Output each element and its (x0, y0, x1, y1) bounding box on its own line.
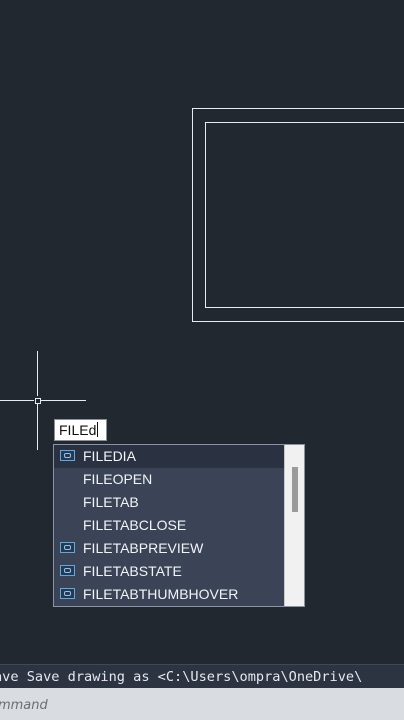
autocomplete-item-label: FILETABSTATE (83, 563, 182, 579)
dynamic-input-field[interactable]: FILEd (54, 419, 107, 441)
autocomplete-list[interactable]: FILEDIA FILEOPEN FILETAB FILETABCLOSE FI… (53, 444, 305, 607)
crosshair-vertical-line-lower (37, 404, 38, 450)
autocomplete-item-label: FILETABCLOSE (83, 517, 187, 533)
scrollbar-thumb[interactable] (292, 467, 298, 512)
autocomplete-item-label: FILEOPEN (83, 471, 153, 487)
command-history-text: ave Save drawing as <C:\Users\ompra\OneD… (0, 669, 363, 685)
autocomplete-item-filetabstate[interactable]: FILETABSTATE (54, 560, 284, 583)
crosshair-horizontal-line-right (41, 400, 86, 401)
text-caret (97, 422, 99, 437)
autocomplete-item-filetab[interactable]: FILETAB (54, 491, 284, 514)
autocomplete-item-filetabpreview[interactable]: FILETABPREVIEW (54, 537, 284, 560)
autocomplete-scrollbar[interactable] (284, 445, 304, 606)
autocomplete-item-filedia[interactable]: FILEDIA (54, 445, 284, 468)
autocomplete-item-filetabthumbhover[interactable]: FILETABTHUMBHOVER (54, 583, 284, 606)
autocomplete-item-label: FILETAB (83, 494, 139, 510)
autocomplete-item-label: FILETABPREVIEW (83, 540, 204, 556)
autocomplete-item-label: FILETABTHUMBHOVER (83, 586, 239, 602)
system-variable-icon (60, 565, 75, 576)
system-variable-icon (60, 542, 75, 553)
dynamic-input-text: FILEd (59, 422, 97, 438)
command-line-placeholder: ommand (0, 698, 48, 713)
command-history-line: ave Save drawing as <C:\Users\ompra\OneD… (0, 664, 404, 688)
inner-rectangle[interactable] (205, 122, 404, 308)
crosshair-vertical-line (37, 351, 38, 396)
autocomplete-item-fileopen[interactable]: FILEOPEN (54, 468, 284, 491)
system-variable-icon (60, 588, 75, 599)
system-variable-icon (60, 450, 75, 461)
crosshair-pickbox (35, 398, 41, 404)
command-line-input[interactable]: ommand (0, 688, 404, 720)
autocomplete-item-filetabclose[interactable]: FILETABCLOSE (54, 514, 284, 537)
crosshair-horizontal-line (0, 400, 34, 401)
autocomplete-item-label: FILEDIA (83, 448, 136, 464)
